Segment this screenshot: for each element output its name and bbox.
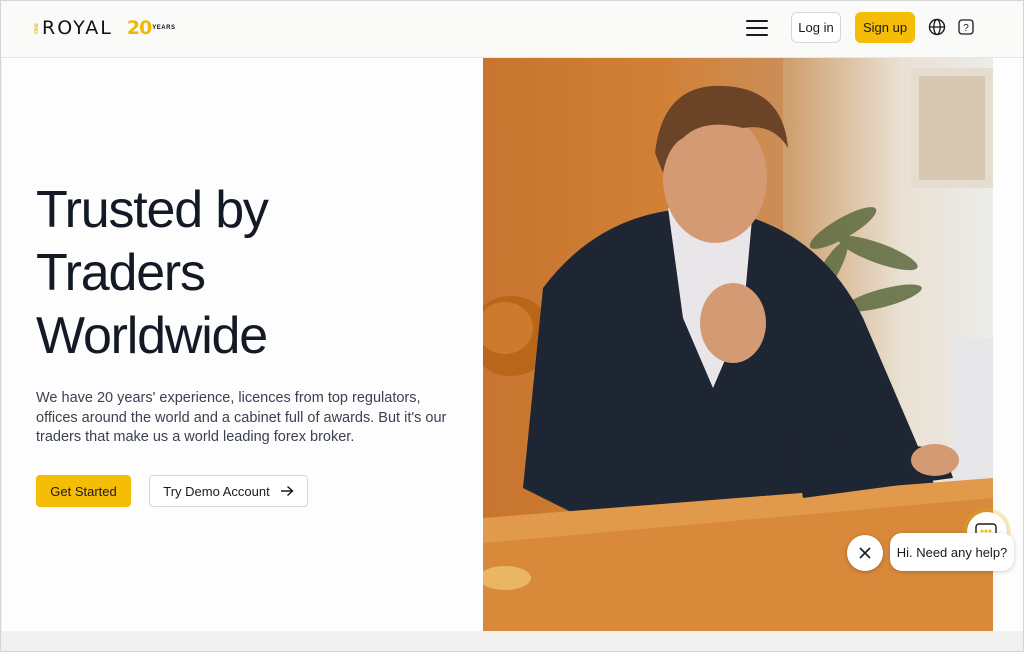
help-icon[interactable]: ?: [958, 19, 974, 35]
header: ONE ROYAL 20 YEARS Log in Sign up ?: [1, 1, 1023, 58]
headline-line: Traders: [36, 244, 206, 302]
anniversary-label: YEARS: [152, 25, 176, 31]
hero-headline: Trusted by Traders Worldwide: [36, 179, 436, 368]
login-button[interactable]: Log in: [791, 12, 841, 43]
arrow-right-icon: [280, 485, 294, 497]
globe-icon[interactable]: [928, 18, 946, 36]
hero-subtext: We have 20 years' experience, licences f…: [36, 390, 447, 445]
signup-button[interactable]: Sign up: [855, 12, 915, 43]
headline-line: Worldwide: [36, 307, 268, 365]
close-icon[interactable]: [847, 535, 883, 571]
page-bottom-band: [1, 631, 1023, 651]
logo-one-text: ONE: [34, 22, 40, 34]
anniversary-badge: 20 YEARS: [127, 17, 176, 39]
svg-text:?: ?: [963, 23, 969, 34]
anniversary-number: 20: [126, 17, 152, 39]
try-demo-account-button[interactable]: Try Demo Account: [149, 475, 308, 507]
get-started-button[interactable]: Get Started: [36, 475, 131, 507]
page: ONE ROYAL 20 YEARS Log in Sign up ? Trus…: [0, 0, 1024, 652]
hamburger-menu-icon[interactable]: [746, 18, 768, 38]
logo[interactable]: ONE ROYAL 20 YEARS: [34, 16, 176, 40]
chat-help-bubble[interactable]: Hi. Need any help?: [890, 533, 1014, 571]
logo-wordmark: ROYAL: [42, 17, 113, 39]
close-glyph: [859, 547, 871, 559]
try-demo-account-label: Try Demo Account: [163, 483, 270, 499]
headline-line: Trusted by: [36, 181, 269, 239]
